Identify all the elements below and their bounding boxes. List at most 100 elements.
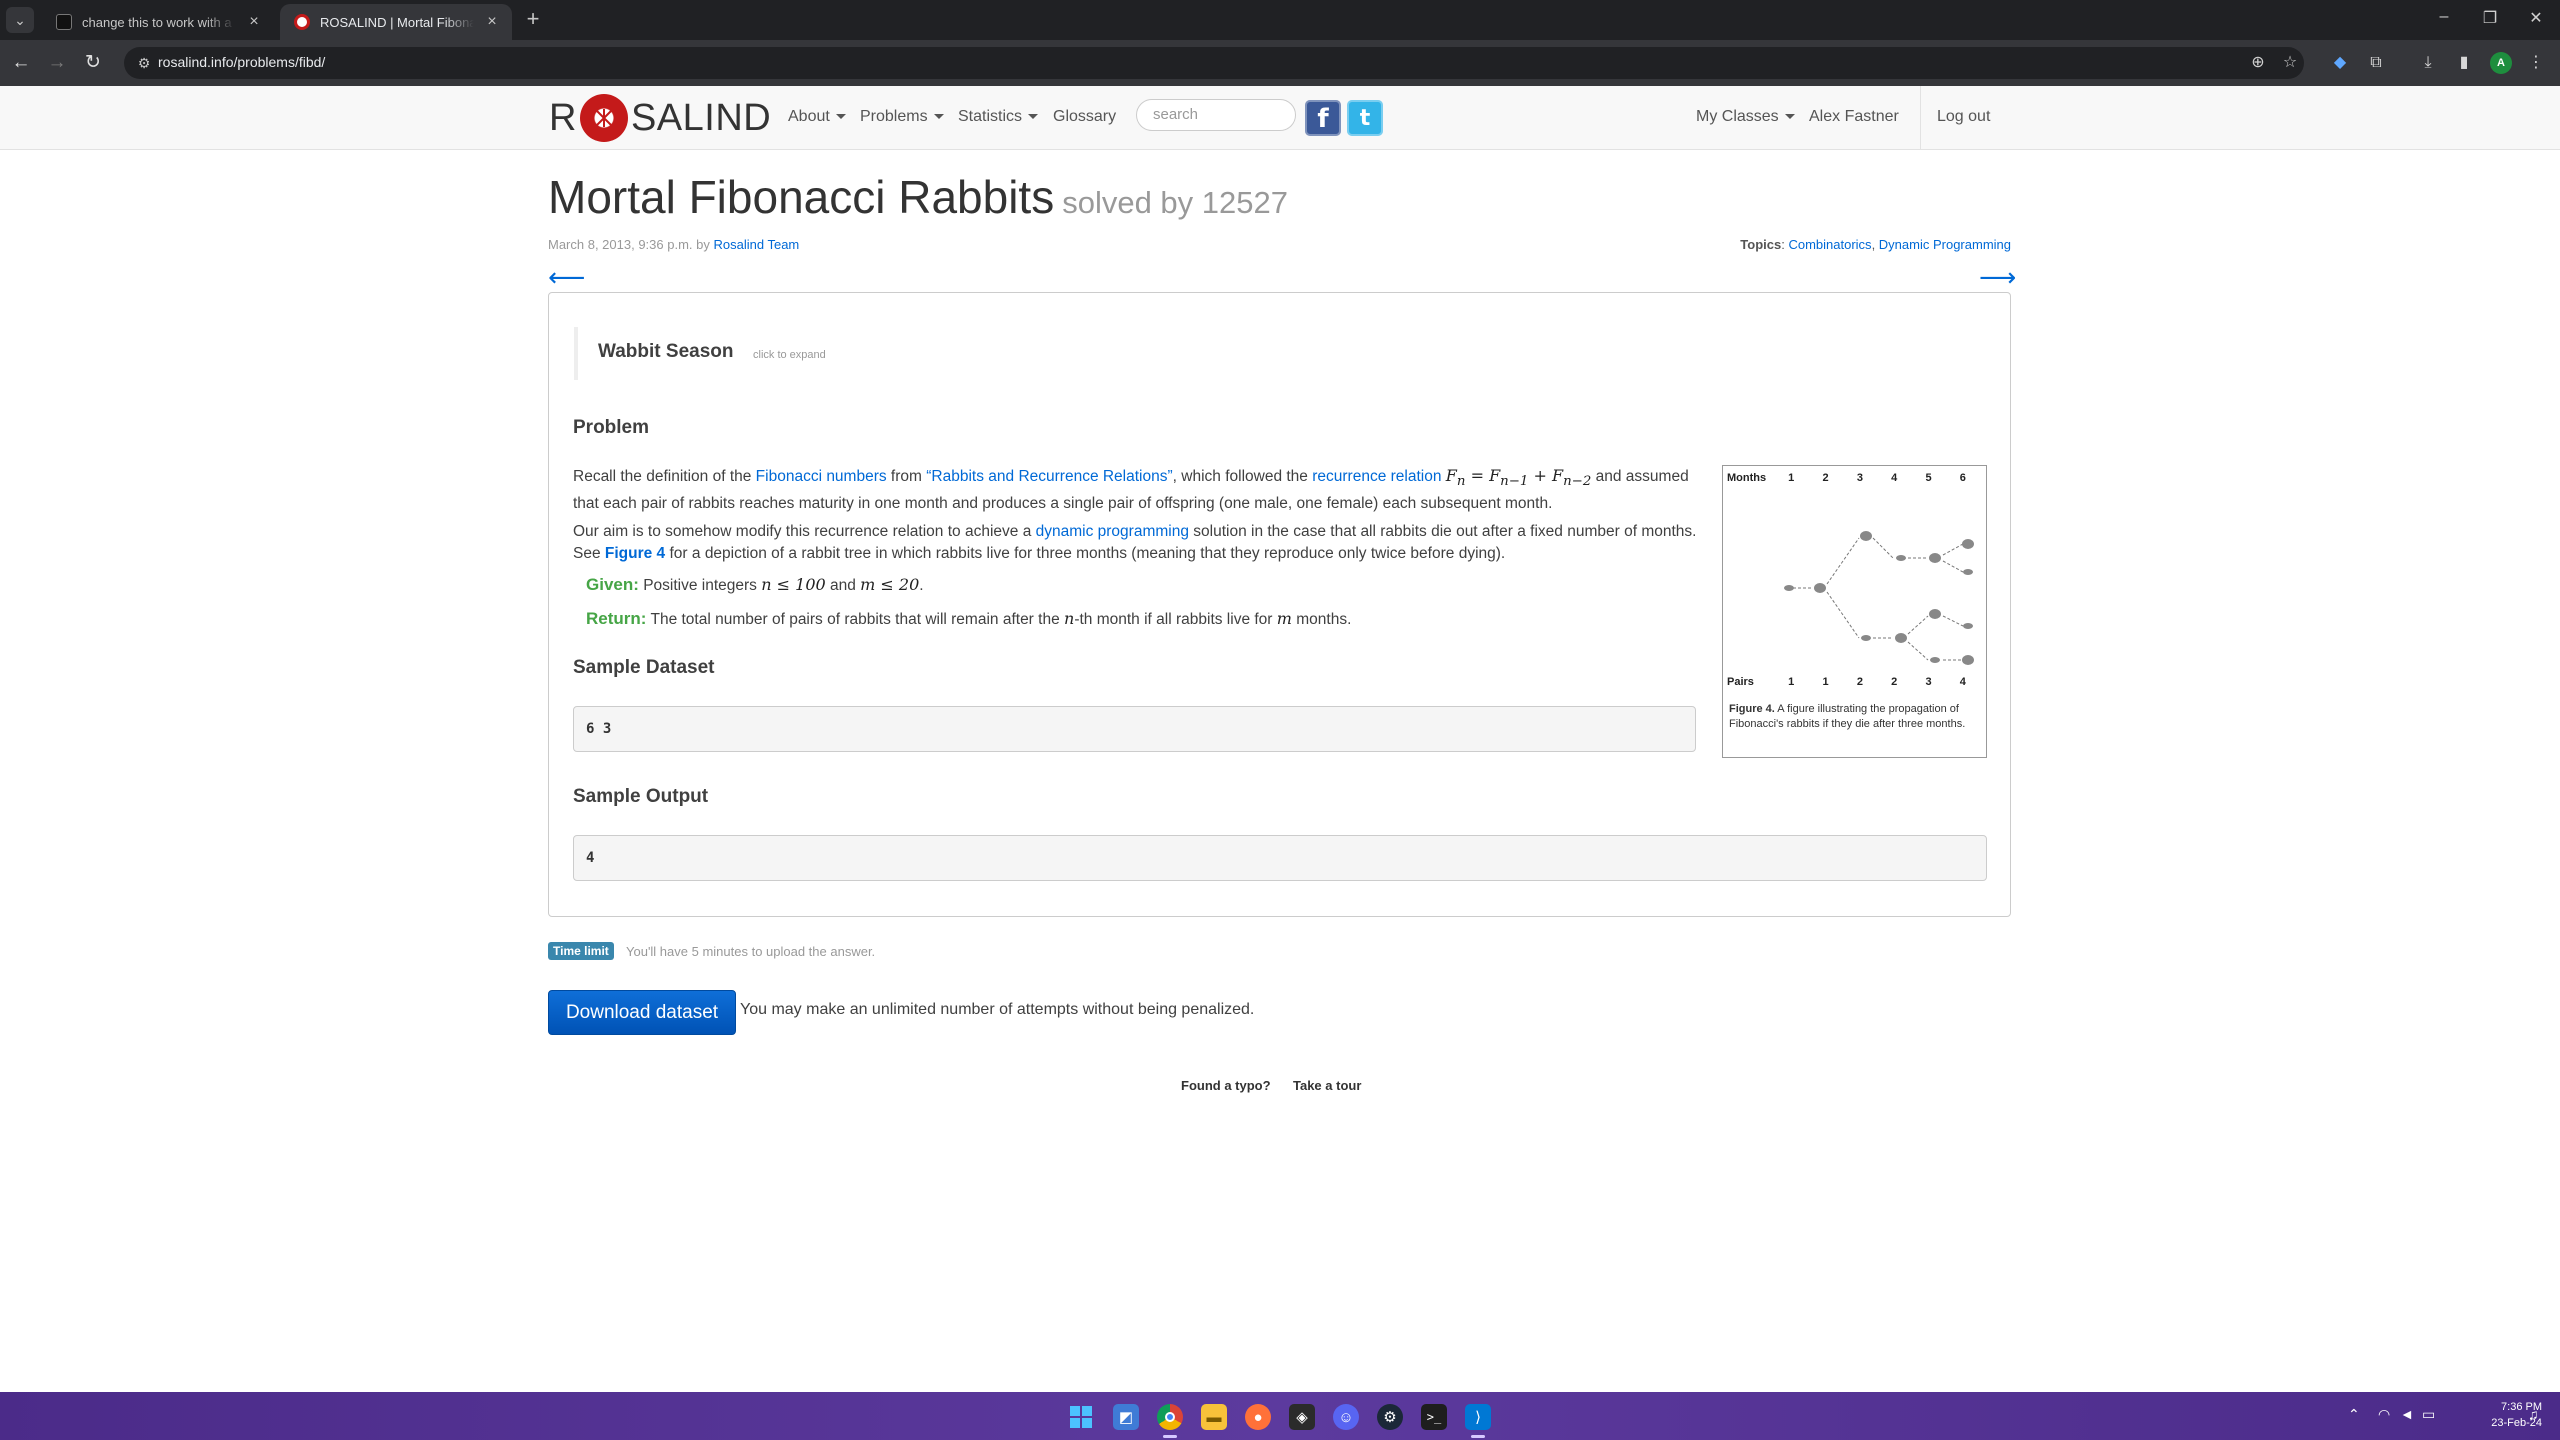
return-label: Return: bbox=[586, 609, 647, 628]
nav-problems[interactable]: Problems bbox=[860, 108, 944, 126]
previous-problem-arrow-icon[interactable]: ⟵ bbox=[548, 262, 585, 293]
discord-icon[interactable]: ☺ bbox=[1333, 1404, 1359, 1430]
close-tab-icon[interactable]: × bbox=[246, 13, 262, 31]
download-dataset-button[interactable]: Download dataset bbox=[548, 990, 736, 1035]
topic-link-combinatorics[interactable]: Combinatorics bbox=[1788, 237, 1871, 252]
take-a-tour-link[interactable]: Take a tour bbox=[1293, 1078, 1361, 1093]
side-panel-icon[interactable]: ▮ bbox=[2452, 51, 2476, 75]
chrome-active-indicator bbox=[1163, 1435, 1177, 1438]
problem-title: Mortal Fibonacci Rabbits bbox=[548, 171, 1055, 223]
downloads-icon[interactable]: ⤓ bbox=[2416, 51, 2440, 75]
tab-title: ROSALIND | Mortal Fibonacci Rabbits bbox=[320, 14, 474, 30]
wabbit-season-title[interactable]: Wabbit Season bbox=[598, 341, 733, 363]
logo-ring-icon bbox=[579, 94, 628, 142]
time-limit-badge: Time limit bbox=[548, 942, 614, 960]
tab-search-chevron-icon[interactable]: ⌄ bbox=[6, 7, 34, 33]
nav-divider bbox=[1920, 86, 1921, 150]
next-problem-arrow-icon[interactable]: ⟶ bbox=[1979, 262, 2016, 293]
search-input[interactable]: search bbox=[1136, 99, 1296, 131]
vscode-icon[interactable]: ⟩ bbox=[1465, 1404, 1491, 1430]
bookmark-star-icon[interactable]: ☆ bbox=[2279, 52, 2301, 74]
click-to-expand-hint[interactable]: click to expand bbox=[753, 349, 826, 361]
volume-icon[interactable]: ◄ bbox=[2400, 1406, 2414, 1422]
windows-start-icon[interactable] bbox=[1068, 1404, 1094, 1430]
recurrence-relation-link[interactable]: recurrence relation bbox=[1312, 468, 1441, 485]
close-window-icon[interactable]: ✕ bbox=[2524, 8, 2548, 28]
nav-about[interactable]: About bbox=[788, 108, 846, 126]
recurrence-formula: Fn = Fn−1 + Fn−2 bbox=[1445, 466, 1592, 490]
figure-months-row: Months 1 2 3 4 5 6 bbox=[1727, 472, 1966, 484]
github-favicon-icon bbox=[56, 14, 72, 30]
rabbit-tree-diagram bbox=[1784, 531, 1974, 665]
caret-down-icon bbox=[933, 114, 944, 120]
reload-icon[interactable]: ↻ bbox=[80, 50, 106, 76]
windows-taskbar: ◩ ▬ ● ◈ ☺ ⚙ >_ ⟩ ⌃ ◠ ◄ ▭ 7:36 PM 23-Feb-… bbox=[0, 1392, 2560, 1440]
author-link[interactable]: Rosalind Team bbox=[714, 237, 800, 252]
fibonacci-numbers-link[interactable]: Fibonacci numbers bbox=[756, 468, 887, 485]
url-text[interactable]: rosalind.info/problems/fibd/ bbox=[158, 54, 325, 70]
restore-window-icon[interactable]: ❐ bbox=[2478, 8, 2502, 28]
browser-menu-icon[interactable]: ⋮ bbox=[2524, 51, 2548, 75]
close-tab-icon[interactable]: × bbox=[484, 13, 500, 31]
new-tab-plus-icon[interactable]: + bbox=[519, 6, 547, 34]
figure-4-link[interactable]: Figure 4 bbox=[605, 545, 665, 562]
address-bar[interactable]: ⚙ rosalind.info/problems/fibd/ ⊕ ☆ bbox=[124, 47, 2304, 79]
password-manager-icon[interactable]: ◆ bbox=[2328, 51, 2352, 75]
sample-dataset-box[interactable]: 6 3 bbox=[573, 706, 1696, 752]
logo-text-left: R bbox=[549, 96, 577, 139]
rosalind-logo[interactable]: R SALIND bbox=[549, 94, 772, 142]
attempts-note: You may make an unlimited number of atte… bbox=[740, 1001, 1255, 1018]
facebook-icon[interactable]: f bbox=[1305, 100, 1341, 136]
dynamic-programming-link[interactable]: dynamic programming bbox=[1036, 523, 1189, 540]
sample-output-box[interactable]: 4 bbox=[573, 835, 1987, 881]
nav-logout[interactable]: Log out bbox=[1937, 108, 1990, 126]
sample-dataset-heading: Sample Dataset bbox=[573, 657, 715, 678]
profile-avatar[interactable]: A bbox=[2490, 52, 2512, 74]
back-arrow-icon[interactable]: ← bbox=[8, 50, 34, 76]
tray-chevron-up-icon[interactable]: ⌃ bbox=[2348, 1406, 2360, 1423]
caret-down-icon bbox=[835, 114, 846, 120]
terminal-icon[interactable]: >_ bbox=[1421, 1404, 1447, 1430]
nav-username[interactable]: Alex Fastner bbox=[1809, 108, 1899, 126]
page-title: Mortal Fibonacci Rabbits solved by 12527 bbox=[548, 170, 1288, 224]
vscode-active-indicator bbox=[1471, 1435, 1485, 1438]
given-label: Given: bbox=[586, 575, 639, 594]
extensions-puzzle-icon[interactable]: ⧉ bbox=[2364, 51, 2388, 75]
figure-pairs-row: Pairs 1 1 2 2 3 4 bbox=[1727, 676, 1966, 688]
browser-tab-strip: ⌄ change this to work with a multiple × … bbox=[0, 0, 2560, 40]
problem-paragraph-1: Recall the definition of the Fibonacci n… bbox=[573, 466, 1689, 513]
twitter-icon[interactable]: t bbox=[1347, 100, 1383, 136]
nav-glossary[interactable]: Glossary bbox=[1053, 108, 1116, 126]
firefox-icon[interactable]: ● bbox=[1245, 1404, 1271, 1430]
figure-caption: Figure 4. A figure illustrating the prop… bbox=[1729, 703, 1966, 730]
steam-icon[interactable]: ⚙ bbox=[1377, 1404, 1403, 1430]
problem-paragraph-2: Our aim is to somehow modify this recurr… bbox=[573, 523, 1697, 562]
battery-icon[interactable]: ▭ bbox=[2422, 1406, 2435, 1423]
nav-statistics[interactable]: Statistics bbox=[958, 108, 1039, 126]
sample-output-heading: Sample Output bbox=[573, 786, 709, 807]
blockquote-bar bbox=[574, 327, 578, 380]
file-explorer-icon[interactable]: ▬ bbox=[1201, 1404, 1227, 1430]
zoom-icon[interactable]: ⊕ bbox=[2247, 52, 2269, 74]
wifi-icon[interactable]: ◠ bbox=[2378, 1406, 2390, 1423]
figure-4[interactable]: Months 1 2 3 4 5 6 Pairs 1 1 2 2 3 4 Fig… bbox=[1722, 465, 1987, 758]
tab-title: change this to work with a multiple bbox=[82, 14, 236, 30]
problem-date: March 8, 2013, 9:36 p.m. by bbox=[548, 237, 710, 252]
minimize-window-icon[interactable]: – bbox=[2432, 8, 2456, 26]
nav-my-classes[interactable]: My Classes bbox=[1696, 108, 1795, 126]
notification-bell-icon[interactable]: ♫ bbox=[2528, 1406, 2539, 1422]
given-line: Given: Positive integers n ≤ 100 and m ≤… bbox=[586, 575, 924, 594]
rabbits-recurrence-link[interactable]: “Rabbits and Recurrence Relations” bbox=[926, 468, 1172, 485]
widgets-icon[interactable]: ◩ bbox=[1113, 1404, 1139, 1430]
browser-tab-2[interactable]: ROSALIND | Mortal Fibonacci Rabbits × bbox=[280, 4, 512, 40]
topic-link-dynamic-programming[interactable]: Dynamic Programming bbox=[1879, 237, 2011, 252]
logo-text-right: SALIND bbox=[630, 96, 772, 139]
problem-meta: March 8, 2013, 9:36 p.m. by Rosalind Tea… bbox=[548, 237, 799, 252]
site-info-icon[interactable]: ⚙ bbox=[134, 53, 154, 73]
found-a-typo-link[interactable]: Found a typo? bbox=[1181, 1078, 1271, 1093]
solved-count[interactable]: solved by 12527 bbox=[1062, 185, 1288, 220]
unity-icon[interactable]: ◈ bbox=[1289, 1404, 1315, 1430]
chrome-icon[interactable] bbox=[1157, 1404, 1183, 1430]
forward-arrow-icon[interactable]: → bbox=[44, 50, 70, 76]
browser-tab-1[interactable]: change this to work with a multiple × bbox=[42, 4, 274, 40]
